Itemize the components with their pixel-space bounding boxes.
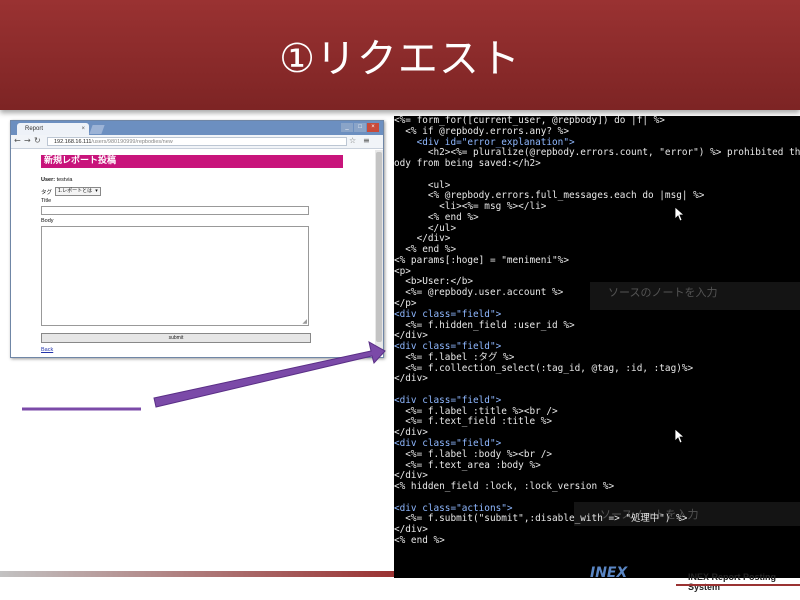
brand-logo: INEX (590, 565, 628, 581)
bottom-stripe (0, 571, 394, 577)
window-controls: _ □ × (341, 123, 379, 132)
code-lines: <%= form_for([current_user, @repbody]) d… (394, 116, 800, 547)
title-input[interactable] (41, 206, 309, 215)
brand-underline (676, 584, 800, 586)
scroll-thumb[interactable] (376, 152, 382, 342)
code-line: <%= f.hidden_field :user_id %> (394, 319, 575, 331)
web-page: 新規レポート投稿 User: testvia タグ 1.レポートとは ▾ Tit… (11, 150, 373, 357)
user-label: User: (41, 177, 56, 183)
code-line: <%= f.label :body %><br /> (394, 448, 553, 460)
tab-title: Report (25, 126, 44, 132)
menu-icon[interactable]: ≡ (363, 136, 370, 145)
maximize-button[interactable]: □ (354, 123, 366, 132)
code-line: <% if @repbody.errors.any? %> (394, 125, 569, 137)
tab-report[interactable]: Report × (17, 123, 89, 135)
bookmark-star-icon[interactable]: ☆ (349, 136, 356, 145)
tag-row: タグ 1.レポートとは ▾ (41, 187, 101, 196)
code-line: <%= f.submit("submit",:disable_with => "… (394, 513, 688, 525)
submit-button[interactable]: submit (41, 333, 311, 343)
tag-label: タグ (41, 189, 53, 196)
code-line: <%= f.text_field :title %> (394, 416, 553, 428)
tag-selected-value: 1.レポートとは (58, 188, 93, 194)
title-label: Title (41, 198, 52, 204)
brand-tagline: INEX Report Posting System (688, 572, 777, 592)
body-textarea[interactable]: ◢ (41, 226, 309, 326)
user-value: testvia (56, 177, 73, 183)
code-line: <% end %> (394, 534, 445, 546)
code-line: <%= f.text_area :body %> (394, 459, 541, 471)
code-line: <% hidden_field :lock, :lock_version %> (394, 481, 615, 493)
user-line: User: testvia (41, 177, 73, 183)
page-heading: 新規レポート投稿 (41, 155, 343, 168)
code-line: <%= @repbody.user.account %> (394, 287, 564, 299)
minimize-button[interactable]: _ (341, 123, 353, 132)
close-tab-icon[interactable]: × (81, 123, 85, 135)
tag-select[interactable]: 1.レポートとは ▾ (55, 187, 101, 196)
new-tab-button[interactable] (89, 125, 105, 134)
mouse-cursor-icon-2 (674, 428, 686, 444)
chevron-down-icon: ▾ (95, 188, 98, 194)
browser-toolbar: ← → ↻ 192.168.16.111/users/980190999/rep… (11, 135, 383, 149)
body-label: Body (41, 218, 54, 224)
scrollbar[interactable] (375, 150, 383, 355)
reload-icon[interactable]: ↻ (34, 136, 41, 145)
code-line: <% params[:hoge] = "menimeni"%> (394, 254, 569, 266)
url-host: 192.168.16.111 (54, 139, 92, 145)
forward-arrow-icon[interactable]: → (24, 136, 31, 145)
code-line: <div class="field"> (394, 308, 502, 320)
back-link[interactable]: Back (41, 347, 53, 353)
address-bar[interactable]: 192.168.16.111/users/980190999/repbodies… (47, 137, 347, 146)
code-line: <%= f.label :タグ %> (394, 351, 515, 363)
url-path: /users/980190999/repbodies/new (91, 139, 173, 145)
close-window-button[interactable]: × (367, 123, 379, 132)
browser-window: Report × _ □ × ← → ↻ 192.168.16.111/user… (10, 120, 384, 358)
code-editor[interactable]: ソースのノートを入力 ソースノートを入力 <%= form_for([curre… (394, 116, 800, 578)
mouse-cursor-icon (674, 206, 686, 222)
code-line: </div> (394, 524, 428, 536)
code-line: <%= f.collection_select(:tag_id, @tag, :… (394, 362, 694, 374)
tab-strip: Report × _ □ × (11, 121, 383, 135)
back-arrow-icon[interactable]: ← (14, 136, 21, 145)
resize-grip-icon[interactable]: ◢ (302, 318, 307, 325)
code-line: </ul> (394, 222, 457, 234)
code-line: ody from being saved:</h2> (394, 158, 541, 170)
code-line: </div> (394, 373, 428, 385)
slide-title-bar: ①リクエスト (0, 0, 800, 110)
slide-title: ①リクエスト (279, 36, 521, 82)
